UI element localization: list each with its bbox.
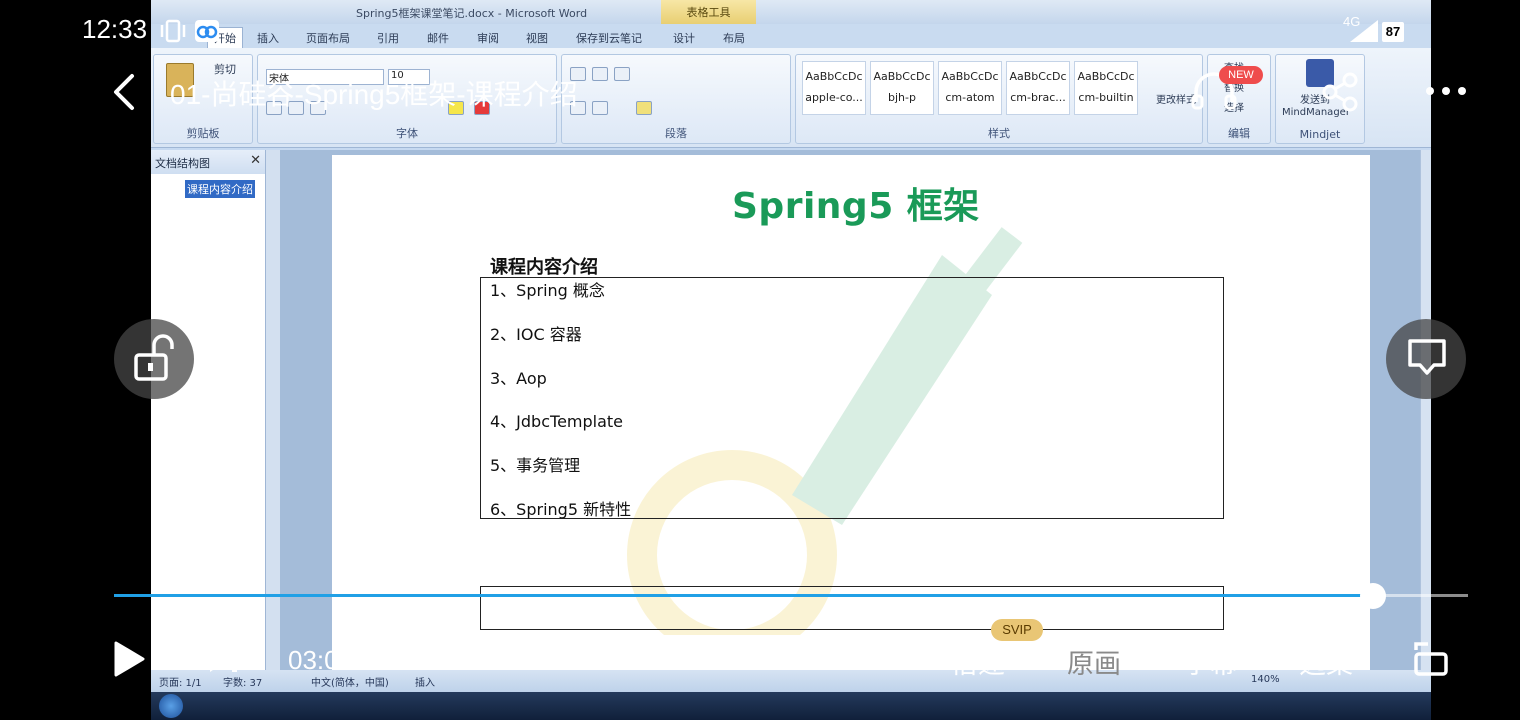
mindjet-group-label: Mindjet — [1299, 128, 1341, 141]
section-heading: 课程内容介绍 — [490, 257, 598, 278]
close-icon: ✕ — [250, 153, 261, 168]
play-icon[interactable] — [112, 640, 146, 678]
signal-icon — [1350, 20, 1378, 42]
word-tab: 引用 — [377, 32, 399, 45]
list-item: 1、Spring 概念 — [490, 281, 605, 300]
word-title-bar: Spring5框架课堂笔记.docx - Microsoft Word 表格工具 — [151, 0, 1431, 24]
comment-icon — [1408, 339, 1446, 375]
episodes-button[interactable]: 选集 — [1299, 642, 1353, 681]
document-map-header: 文档结构图 ✕ — [151, 150, 265, 174]
word-tab: 邮件 — [427, 32, 449, 45]
font-group-label: 字体 — [396, 127, 418, 140]
styles-group: AaBbCcDc apple-co... AaBbCcDc bjh-p AaBbCc… — [795, 54, 1203, 144]
content-table — [480, 277, 1224, 519]
cloud-app-icon — [195, 20, 219, 42]
next-episode-icon[interactable] — [207, 643, 241, 675]
style-card: AaBbCcDc cm-atom — [938, 61, 1002, 115]
style-card: AaBbCcDc cm-builtin — [1074, 61, 1138, 115]
list-item: 4、JdbcTemplate — [490, 412, 624, 431]
style-card: AaBbCcDc apple-co... — [802, 61, 866, 115]
word-tab: 保存到云笔记 — [576, 32, 642, 45]
word-tab: 视图 — [526, 32, 548, 45]
page-count: 页面: 1/1 — [159, 678, 202, 689]
word-tab: 页面布局 — [306, 32, 350, 45]
share-icon[interactable] — [1320, 72, 1362, 112]
document-map-title: 文档结构图 — [155, 157, 210, 170]
word-tab: 设计 — [673, 32, 695, 45]
style-card: AaBbCcDc bjh-p — [870, 61, 934, 115]
list-item: 3、Aop — [490, 369, 547, 388]
word-ribbon-tabs: 开始 插入 页面布局 引用 邮件 审阅 视图 保存到云笔记 设计 布局 — [151, 24, 1431, 48]
video-title: 01-尚硅谷-Spring5框架-课程介绍 — [170, 79, 578, 110]
document-page: Spring5 框架 课程内容介绍 1、Spring 概念 2、IOC 容器 3… — [332, 155, 1370, 670]
clipboard-group-label: 剪贴板 — [186, 127, 220, 140]
list-item: 5、事务管理 — [490, 456, 581, 475]
rotate-screen-icon[interactable] — [1412, 640, 1452, 678]
back-arrow-icon[interactable] — [108, 72, 142, 112]
language-indicator: 中文(简体，中国) — [311, 678, 389, 689]
list-item: 2、IOC 容器 — [490, 325, 582, 344]
justify-icon — [636, 101, 652, 115]
word-tab: 插入 — [257, 32, 279, 45]
playback-time: 03:01/03:14 — [288, 645, 426, 675]
word-window-title: Spring5框架课堂笔记.docx - Microsoft Word — [356, 7, 588, 20]
insert-mode: 插入 — [415, 678, 435, 689]
empty-table — [480, 586, 1224, 630]
more-options-icon[interactable] — [1424, 84, 1468, 98]
word-tab: 审阅 — [477, 32, 499, 45]
word-count: 字数: 37 — [223, 678, 263, 689]
quality-button[interactable]: 原画 — [1067, 642, 1121, 681]
start-button-icon — [159, 694, 183, 718]
editing-group-label: 编辑 — [1228, 127, 1250, 140]
speed-button[interactable]: 倍速 — [951, 642, 1005, 681]
new-badge: NEW — [1219, 66, 1263, 84]
style-card: AaBbCcDc cm-brac... — [1006, 61, 1070, 115]
paragraph-group: 段落 — [561, 54, 791, 144]
document-map-pane: 文档结构图 ✕ 课程内容介绍 — [151, 150, 266, 670]
paragraph-group-label: 段落 — [665, 127, 687, 140]
align-center-icon — [592, 101, 608, 115]
list-item: 6、Spring5 新特性 — [490, 500, 632, 519]
numbering-icon — [592, 67, 608, 81]
document-map-scrollbar — [266, 150, 280, 670]
battery-level: 87 — [1382, 22, 1404, 42]
zoom-level: 140% — [1251, 674, 1280, 685]
multilevel-icon — [614, 67, 630, 81]
progress-fill — [114, 594, 1374, 597]
windows-taskbar — [151, 692, 1431, 720]
document-scrollbar — [1420, 150, 1431, 670]
word-context-tab: 表格工具 — [661, 0, 756, 24]
svip-badge: SVIP — [991, 619, 1043, 641]
unlock-icon — [134, 334, 174, 381]
vibrate-icon — [160, 19, 186, 43]
screen-lock-button[interactable] — [114, 319, 194, 399]
system-clock: 12:33 — [82, 14, 148, 44]
styles-group-label: 样式 — [988, 127, 1010, 140]
document-map-item: 课程内容介绍 — [185, 180, 255, 198]
word-tab: 布局 — [723, 32, 745, 45]
danmaku-button[interactable] — [1386, 319, 1466, 399]
document-title: Spring5 框架 — [732, 186, 980, 227]
subtitles-button[interactable]: 字幕 — [1183, 642, 1237, 681]
